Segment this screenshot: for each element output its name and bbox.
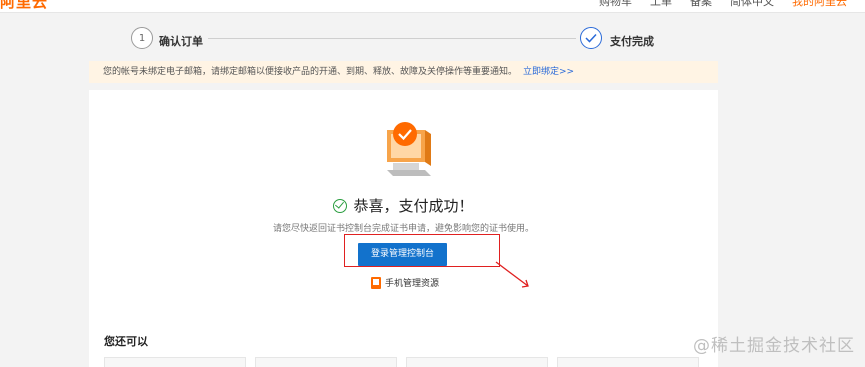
mobile-manage-label: 手机管理资源 xyxy=(385,279,440,289)
payment-result-panel: 恭喜，支付成功！ 请您尽快返回证书控制台完成证书申请，避免影响您的证书使用。 登… xyxy=(89,90,718,367)
mobile-icon xyxy=(371,276,381,289)
success-check-icon xyxy=(333,199,348,213)
step-2-indicator xyxy=(580,27,602,49)
nav-language[interactable]: 简体中文 xyxy=(730,0,774,9)
success-subtitle: 请您尽快返回证书控制台完成证书申请，避免影响您的证书使用。 xyxy=(272,224,534,234)
step-1-indicator: 1 xyxy=(131,27,153,49)
option-card[interactable] xyxy=(406,357,548,367)
login-console-button[interactable]: 登录管理控制台 xyxy=(358,243,447,266)
nav-filing[interactable]: 备案 xyxy=(690,0,712,9)
step-connector xyxy=(208,38,576,39)
step-1-label: 确认订单 xyxy=(159,35,203,48)
notice-text: 您的帐号未绑定电子邮箱，请绑定邮箱以便接收产品的开通、到期、释放、故障及关停操作… xyxy=(103,67,518,77)
option-card[interactable] xyxy=(557,357,699,367)
annotation-arrow-icon xyxy=(495,261,529,288)
success-title: 恭喜，支付成功！ xyxy=(353,197,474,215)
email-binding-notice: 您的帐号未绑定电子邮箱，请绑定邮箱以便接收产品的开通、到期、释放、故障及关停操作… xyxy=(89,61,718,83)
payment-success-illustration-icon xyxy=(387,122,431,176)
watermark: @稀土掘金技术社区 xyxy=(693,336,855,356)
top-bar: 阿里云 购物车 工单 备案 简体中文 我的阿里云 xyxy=(0,0,865,13)
option-card[interactable] xyxy=(104,357,246,367)
nav-ticket[interactable]: 工单 xyxy=(650,0,672,9)
check-icon xyxy=(585,33,597,43)
success-message: 恭喜，支付成功！ xyxy=(89,195,718,216)
brand-logo[interactable]: 阿里云 xyxy=(0,0,48,12)
step-2-label: 支付完成 xyxy=(610,35,654,48)
mobile-manage-link[interactable]: 手机管理资源 xyxy=(371,276,439,289)
checkout-steps: 1 确认订单 支付完成 xyxy=(0,24,865,54)
more-options-cards xyxy=(104,357,718,367)
nav-cart[interactable]: 购物车 xyxy=(599,0,632,9)
more-options-title: 您还可以 xyxy=(104,335,148,348)
option-card[interactable] xyxy=(255,357,397,367)
bind-email-link[interactable]: 立即绑定>> xyxy=(523,67,574,77)
nav-my-aliyun[interactable]: 我的阿里云 xyxy=(792,0,847,9)
top-nav: 购物车 工单 备案 简体中文 我的阿里云 xyxy=(599,0,847,9)
